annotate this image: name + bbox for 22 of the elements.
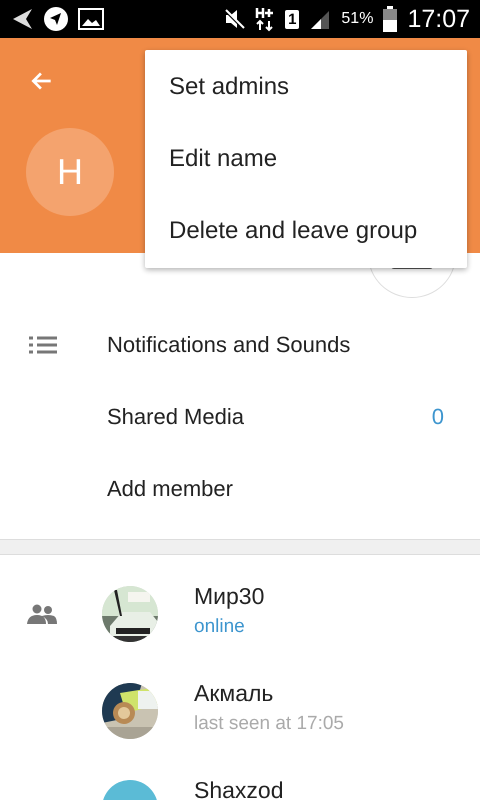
member-status: last seen at 17:05 <box>194 712 344 734</box>
member-name[interactable]: Акмаль <box>194 680 344 706</box>
settings-item[interactable]: Add member <box>107 476 480 502</box>
group-avatar: H <box>26 128 114 216</box>
settings-item[interactable]: Shared Media <box>107 404 432 430</box>
people-icon <box>27 604 57 624</box>
mute-icon <box>223 8 246 30</box>
image-icon <box>78 8 104 30</box>
settings-item[interactable]: Notifications and Sounds <box>107 332 480 358</box>
network-icon <box>255 6 276 32</box>
member-status: online <box>194 616 246 638</box>
media-count: 0 <box>432 404 444 430</box>
menu-item[interactable]: Set admins <box>145 51 467 123</box>
member-name[interactable]: Мир30 <box>194 582 264 610</box>
member-name[interactable]: Shaxzod <box>194 776 284 800</box>
menu-item[interactable]: Edit name <box>145 123 467 195</box>
sim-badge: 1 <box>285 10 300 28</box>
battery-icon <box>383 6 398 32</box>
navigation-icon <box>44 7 68 31</box>
list-icon <box>28 336 56 354</box>
clock: 17:07 <box>407 4 470 34</box>
battery-percent: 51% <box>341 10 374 28</box>
